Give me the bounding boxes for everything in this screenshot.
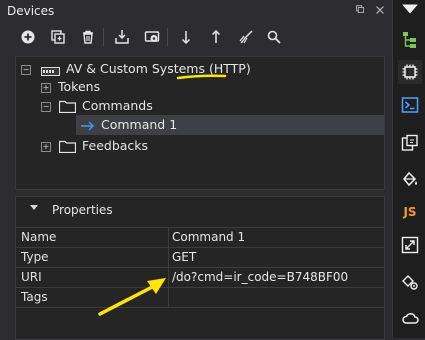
properties-title: Properties — [52, 203, 113, 217]
move-up-button[interactable] — [205, 26, 227, 48]
copy-icon — [51, 30, 65, 44]
property-divider — [168, 228, 169, 248]
property-key: Type — [21, 250, 49, 264]
device-settings-icon — [144, 31, 160, 42]
toolbar-separator — [167, 28, 168, 46]
collapse-icon[interactable]: − — [41, 102, 51, 112]
properties-panel: Properties Name Command 1 Type GET URI /… — [15, 196, 385, 340]
sidebar-javascript-button[interactable]: JS — [398, 200, 422, 224]
expand-icon — [401, 236, 419, 254]
add-icon — [21, 30, 35, 44]
search-button[interactable] — [263, 26, 285, 48]
add-button[interactable] — [17, 26, 39, 48]
tree-node-tokens[interactable]: + Tokens — [41, 77, 241, 97]
delete-button[interactable] — [77, 26, 99, 48]
import-button[interactable] — [111, 26, 133, 48]
search-icon — [267, 30, 281, 44]
tree-node-root-label: AV & Custom Systems (HTTP) — [66, 61, 251, 76]
property-row-type[interactable]: Type GET — [16, 247, 384, 268]
move-down-icon — [181, 31, 191, 45]
devices-panel: Devices − AV & Custom Systems (HTTP) + T… — [0, 0, 392, 340]
folder-icon — [58, 100, 77, 116]
clean-button[interactable] — [235, 26, 257, 48]
tree-node-commands[interactable]: − Commands — [41, 96, 291, 116]
move-up-icon — [211, 29, 221, 43]
clean-icon — [239, 30, 253, 44]
cloud-icon — [402, 312, 419, 324]
folder-icon — [58, 140, 77, 156]
delete-icon — [83, 30, 93, 44]
chip-icon — [402, 64, 418, 80]
right-sidebar: JS — [392, 0, 425, 338]
property-row-name[interactable]: Name Command 1 — [16, 227, 384, 248]
tree-node-root[interactable]: − AV & Custom Systems (HTTP) — [21, 59, 321, 79]
tree-node-tokens-label: Tokens — [58, 79, 101, 94]
panel-title: Devices — [7, 4, 55, 18]
sidebar-expand-button[interactable] — [398, 233, 422, 257]
sidebar-tree-button[interactable] — [398, 28, 422, 52]
device-toolbar — [0, 22, 392, 52]
sidebar-paint-settings-button[interactable] — [398, 270, 422, 294]
device-settings-button[interactable] — [141, 26, 163, 48]
import-icon — [115, 30, 129, 44]
sidebar-top-arrow[interactable] — [398, 0, 422, 18]
copy-button[interactable] — [47, 26, 69, 48]
sidebar-cloud-button[interactable] — [398, 306, 422, 330]
resources-icon — [401, 134, 418, 151]
sidebar-console-button[interactable] — [398, 93, 422, 117]
property-value[interactable]: GET — [172, 250, 196, 264]
property-value[interactable]: /do?cmd=ir_code=B748BF00 — [172, 270, 348, 284]
app-window: Devices − AV & Custom Systems (HTTP) + T… — [0, 0, 425, 340]
sidebar-paint-button[interactable] — [398, 167, 422, 191]
tree-node-feedbacks-label: Feedbacks — [82, 138, 149, 153]
property-row-uri[interactable]: URI /do?cmd=ir_code=B748BF00 — [16, 267, 384, 288]
property-divider — [168, 248, 169, 268]
expand-icon[interactable]: + — [41, 142, 51, 152]
property-row-tags[interactable]: Tags — [16, 287, 384, 308]
sidebar-resources-button[interactable] — [398, 131, 422, 155]
close-icon[interactable] — [373, 4, 387, 18]
javascript-label: JS — [403, 205, 417, 219]
property-row-end — [16, 307, 384, 308]
paint-bucket-icon — [403, 171, 417, 187]
property-value[interactable]: Command 1 — [172, 230, 245, 244]
device-tree: − AV & Custom Systems (HTTP) + Tokens − … — [15, 56, 385, 190]
sidebar-devices-button[interactable] — [398, 60, 422, 84]
paint-settings-icon — [402, 275, 418, 290]
tree-node-feedbacks[interactable]: + Feedbacks — [41, 136, 291, 156]
command-arrow-icon — [81, 120, 95, 134]
property-divider — [168, 268, 169, 288]
property-divider — [168, 288, 169, 308]
property-key: Name — [21, 230, 57, 244]
tree-node-command-1-label: Command 1 — [101, 117, 178, 132]
tree-node-command-1[interactable]: Command 1 — [76, 115, 376, 135]
terminal-icon — [401, 97, 419, 113]
tree-icon — [403, 32, 416, 48]
collapse-caret-icon[interactable] — [30, 204, 38, 214]
pin-icon[interactable] — [353, 4, 367, 18]
collapse-icon[interactable]: − — [21, 65, 31, 75]
panel-titlebar: Devices — [0, 0, 392, 22]
property-key: Tags — [21, 290, 48, 304]
move-down-button[interactable] — [175, 26, 197, 48]
properties-header[interactable]: Properties — [16, 197, 384, 223]
tree-node-commands-label: Commands — [82, 98, 153, 113]
toolbar-separator — [103, 28, 104, 46]
device-icon — [41, 65, 60, 76]
property-key: URI — [21, 270, 42, 284]
expand-icon[interactable]: + — [41, 83, 51, 93]
